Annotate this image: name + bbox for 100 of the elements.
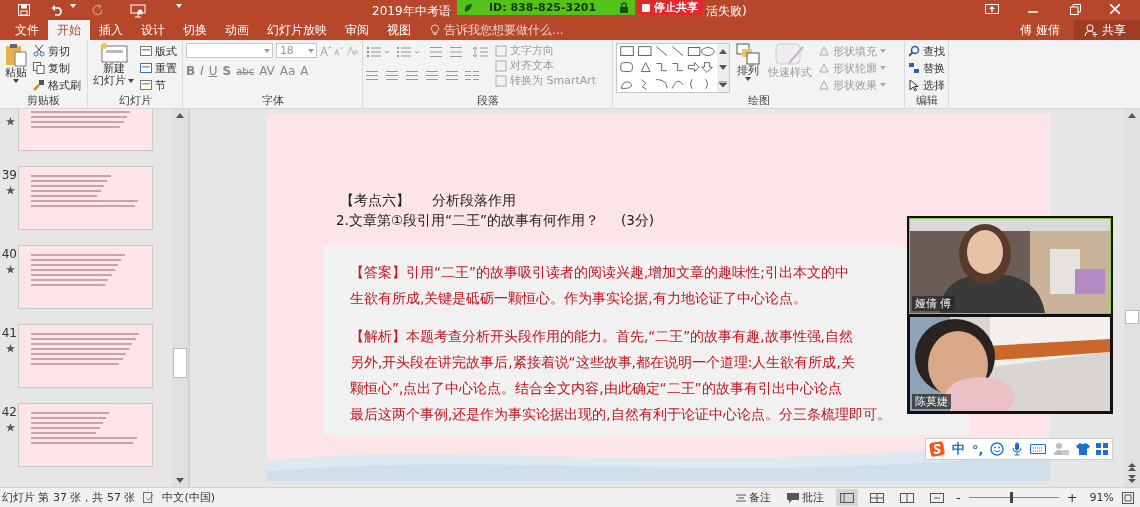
- scrollbar-thumb[interactable]: [1125, 310, 1139, 324]
- punctuation-toggle[interactable]: °,: [972, 441, 984, 457]
- editing-command[interactable]: 选择: [908, 77, 945, 93]
- editing-command[interactable]: 替换: [908, 60, 945, 76]
- input-mode-toggle[interactable]: 中: [952, 440, 966, 458]
- format-button[interactable]: B: [186, 64, 196, 78]
- microphone-icon[interactable]: [1011, 442, 1024, 456]
- slide-command[interactable]: 重置: [140, 60, 177, 76]
- ribbon-tab[interactable]: 切换: [174, 20, 216, 40]
- accessibility-check-icon[interactable]: [143, 492, 155, 503]
- ribbon-tab[interactable]: 插入: [90, 20, 132, 40]
- format-button[interactable]: Aa: [279, 64, 296, 78]
- format-button[interactable]: I: [200, 64, 204, 78]
- style-brush-icon: [775, 43, 805, 67]
- pointer-icon: [908, 79, 920, 91]
- clipboard-command[interactable]: 格式刷: [33, 77, 81, 93]
- font-name-field[interactable]: [186, 43, 273, 58]
- zoom-in-button[interactable]: +: [1066, 490, 1078, 505]
- ribbon-tab[interactable]: 视图: [378, 20, 420, 40]
- ribbon-tab[interactable]: 文件: [6, 20, 48, 40]
- format-button[interactable]: AV: [259, 64, 275, 78]
- scrollbar[interactable]: [1124, 109, 1140, 487]
- scroll-up-icon[interactable]: [1128, 113, 1136, 118]
- analysis-text: 最后这两个事例,还是作为事实论据出现的,自然有利于论证中心论点。分三条梳理即可。: [350, 405, 891, 424]
- window-title: 活失败): [706, 3, 747, 20]
- arrange-icon: [736, 43, 760, 65]
- caret-icon[interactable]: [70, 4, 76, 8]
- alignment-icon[interactable]: [366, 70, 458, 82]
- ribbon-tab[interactable]: 审阅: [336, 20, 378, 40]
- zoom-out-button[interactable]: -: [955, 490, 961, 505]
- ribbon-tab[interactable]: 幻灯片放映: [258, 20, 336, 40]
- lock-icon: [619, 2, 629, 13]
- paragraph-command[interactable]: 转换为 SmartArt: [495, 73, 597, 88]
- format-button[interactable]: U: [208, 64, 218, 78]
- slide-thumbnail[interactable]: [18, 403, 153, 467]
- ribbon-tab[interactable]: 开始: [48, 20, 90, 40]
- caret-icon[interactable]: [128, 79, 134, 83]
- scrollbar-thumb[interactable]: [173, 348, 187, 378]
- caret-icon[interactable]: [176, 4, 182, 8]
- arrange-button[interactable]: 排列: [734, 43, 762, 81]
- close-icon[interactable]: [1110, 4, 1120, 14]
- editing-command[interactable]: 查找: [908, 43, 945, 59]
- tell-me-field[interactable]: 告诉我您想要做什么...: [444, 20, 614, 40]
- analysis-text: 颗恒心”,点出了中心论点。结合全文内容,由此确定“二王”的故事有引出中心论点: [350, 379, 842, 398]
- format-button[interactable]: A: [300, 64, 309, 78]
- comments-button[interactable]: 批注: [782, 490, 828, 505]
- clipboard-command[interactable]: 剪切: [33, 43, 81, 59]
- view-button[interactable]: [835, 489, 858, 506]
- star-icon: [6, 186, 15, 195]
- language-indicator[interactable]: 中文(中国): [162, 490, 216, 505]
- input-method-logo-icon[interactable]: [929, 441, 946, 457]
- scroll-up-icon[interactable]: [719, 49, 727, 55]
- stop-sharing-button[interactable]: 停止共享: [637, 0, 703, 15]
- format-button[interactable]: abc: [236, 64, 255, 78]
- font-size-field[interactable]: 18: [275, 43, 317, 58]
- grid-icon[interactable]: [1096, 443, 1109, 455]
- shirt-icon[interactable]: [1075, 443, 1090, 455]
- user-name[interactable]: 傅 娅倩: [1020, 21, 1060, 39]
- text-box-icon: [495, 44, 507, 57]
- slide-thumbnail[interactable]: [18, 245, 153, 309]
- bullets-icon[interactable]: [366, 46, 390, 58]
- format-button[interactable]: S: [222, 64, 232, 78]
- caret-icon[interactable]: [13, 79, 19, 83]
- ribbon-tab[interactable]: 设计: [132, 20, 174, 40]
- shapes-gallery[interactable]: [616, 43, 730, 93]
- previous-slide-icon[interactable]: [1128, 463, 1136, 471]
- meeting-id: ID: 838-825-3201: [489, 1, 598, 14]
- notes-button[interactable]: 备注: [731, 490, 775, 505]
- numbering-icon[interactable]: [396, 46, 420, 58]
- share-button[interactable]: 共享: [1074, 20, 1140, 40]
- slide-thumbnail[interactable]: [18, 324, 153, 388]
- columns-icon[interactable]: [464, 70, 480, 82]
- fit-to-window-icon[interactable]: [1122, 491, 1134, 504]
- ribbon-display-icon[interactable]: [985, 4, 999, 14]
- presentation-icon[interactable]: [130, 4, 146, 18]
- slide-command[interactable]: 版式: [140, 43, 177, 59]
- expand-icon[interactable]: [719, 80, 727, 87]
- scroll-down-icon[interactable]: [719, 65, 727, 70]
- caret-icon[interactable]: [745, 77, 751, 81]
- save-icon[interactable]: [18, 4, 30, 16]
- undo-icon[interactable]: [50, 4, 64, 16]
- line-spacing-icon[interactable]: [472, 46, 489, 58]
- keyboard-icon[interactable]: [1030, 443, 1046, 455]
- slide-icon: [99, 43, 128, 63]
- scrollbar[interactable]: [172, 109, 188, 487]
- paragraph-command[interactable]: 对齐文本: [495, 58, 597, 73]
- scroll-up-icon[interactable]: [176, 113, 184, 118]
- clipboard-command[interactable]: 复制: [33, 60, 81, 76]
- slide-command[interactable]: 节: [140, 77, 177, 93]
- window-title: 2019年中考语: [372, 3, 451, 20]
- scroll-down-icon[interactable]: [176, 478, 184, 483]
- new-slide-button[interactable]: 新建 幻灯片: [91, 43, 136, 87]
- ribbon-tab[interactable]: 动画: [216, 20, 258, 40]
- next-slide-icon[interactable]: [1128, 475, 1136, 483]
- slide-thumbnail[interactable]: [18, 166, 153, 230]
- restore-icon[interactable]: [1070, 4, 1081, 15]
- paste-button[interactable]: 粘贴: [3, 43, 29, 83]
- zoom-level[interactable]: 91%: [1089, 491, 1114, 504]
- emoji-icon[interactable]: [990, 442, 1005, 456]
- participant-name: 陈莫婕: [912, 394, 951, 409]
